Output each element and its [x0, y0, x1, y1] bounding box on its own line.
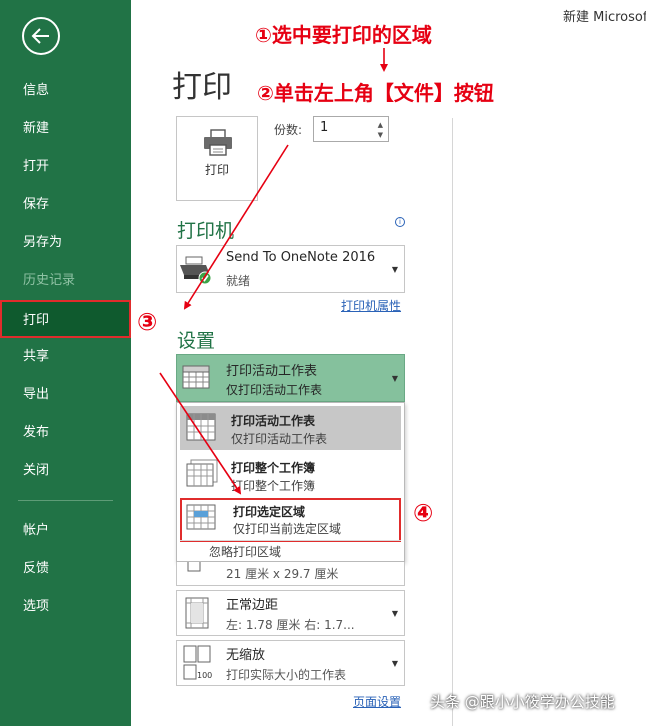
- option-subtitle: 仅打印当前选定区域: [233, 522, 342, 536]
- sidebar-item-publish[interactable]: 发布: [0, 414, 131, 452]
- chevron-down-icon: ▼: [391, 265, 398, 274]
- sidebar-item-export[interactable]: 导出: [0, 376, 131, 414]
- printer-status: 就绪: [226, 274, 251, 288]
- copies-stepper[interactable]: 1 ▲ ▼: [313, 116, 389, 142]
- ignore-print-area-option[interactable]: 忽略打印区域: [209, 543, 281, 560]
- active-sheet-icon: [186, 413, 216, 441]
- scaling-dropdown[interactable]: 100 无缩放 打印实际大小的工作表 ▼: [176, 640, 405, 686]
- printer-properties-link[interactable]: 打印机属性: [341, 297, 401, 314]
- selection-icon: [186, 504, 216, 530]
- annotation-step-3: ③: [137, 308, 158, 336]
- option-title: 打印活动工作表: [231, 414, 316, 428]
- sidebar-divider: [18, 500, 113, 501]
- paper-size-dropdown[interactable]: 21 厘米 x 29.7 厘米: [176, 562, 405, 586]
- chevron-down-icon: ▼: [391, 374, 398, 383]
- sidebar-item-share[interactable]: 共享: [0, 338, 131, 376]
- option-title: 打印选定区域: [233, 505, 306, 519]
- watermark: 头条 @跟小小筱学办公技能: [430, 693, 615, 711]
- margins-icon: [185, 597, 209, 629]
- printer-dropdown[interactable]: Send To OneNote 2016 就绪 ▼: [176, 245, 405, 293]
- workbook-icon: [186, 459, 218, 487]
- page-setup-link[interactable]: 页面设置: [353, 693, 401, 710]
- sidebar-item-save[interactable]: 保存: [0, 186, 131, 224]
- option-subtitle: 打印整个工作簿: [231, 479, 316, 493]
- print-button[interactable]: 打印: [176, 116, 258, 201]
- printer-name: Send To OneNote 2016: [226, 250, 376, 265]
- option-title: 打印整个工作簿: [231, 461, 316, 475]
- annotation-step-2: ②单击左上角【文件】按钮: [257, 81, 494, 105]
- menu-divider: [180, 540, 401, 541]
- sidebar-item-close[interactable]: 关闭: [0, 452, 131, 490]
- paper-icon: [187, 562, 201, 572]
- settings-section-title: 设置: [177, 330, 216, 352]
- svg-text:100: 100: [197, 671, 212, 680]
- backstage-sidebar: 信息 新建 打开 保存 另存为 历史记录 打印 共享 导出 发布 关闭 帐户 反…: [0, 0, 131, 726]
- option-subtitle: 仅打印活动工作表: [231, 432, 328, 446]
- sidebar-item-account[interactable]: 帐户: [0, 512, 131, 550]
- printer-icon: [204, 129, 232, 156]
- print-button-label: 打印: [204, 163, 229, 177]
- sidebar-item-info[interactable]: 信息: [0, 72, 131, 110]
- paper-size-value: 21 厘米 x 29.7 厘米: [226, 567, 339, 581]
- preview-divider: [452, 118, 453, 726]
- printer-section-title: 打印机: [177, 220, 235, 242]
- window-title: 新建 Microsoft: [563, 10, 646, 25]
- margins-subtitle: 左: 1.78 厘米 右: 1.7...: [226, 618, 355, 632]
- chevron-down-icon: ▼: [391, 659, 398, 668]
- spin-down-icon[interactable]: ▼: [378, 131, 383, 139]
- sidebar-item-feedback[interactable]: 反馈: [0, 550, 131, 588]
- sidebar-item-save-as[interactable]: 另存为: [0, 224, 131, 262]
- info-icon[interactable]: i: [395, 217, 405, 227]
- scaling-title: 无缩放: [226, 648, 266, 663]
- sidebar-item-options[interactable]: 选项: [0, 588, 131, 626]
- margins-dropdown[interactable]: 正常边距 左: 1.78 厘米 右: 1.7... ▼: [176, 590, 405, 636]
- chevron-down-icon: ▼: [391, 609, 398, 618]
- annotation-step-1: ①选中要打印的区域: [255, 23, 432, 47]
- spin-up-icon[interactable]: ▲: [378, 121, 383, 129]
- copies-value: 1: [320, 120, 329, 135]
- menu-option-active-sheets[interactable]: 打印活动工作表 仅打印活动工作表: [180, 406, 401, 450]
- page-title: 打印: [172, 70, 232, 105]
- sidebar-item-history: 历史记录: [23, 273, 76, 288]
- sidebar-item-print[interactable]: 打印: [0, 300, 131, 338]
- scaling-subtitle: 打印实际大小的工作表: [226, 668, 347, 682]
- print-scope-menu: 打印活动工作表 仅打印活动工作表 打印整个工作簿 打印整个工作簿 打印选定区域 …: [176, 402, 405, 562]
- sidebar-item-new[interactable]: 新建: [0, 110, 131, 148]
- sidebar-item-open[interactable]: 打开: [0, 148, 131, 186]
- annotation-step-4: ④: [413, 499, 434, 527]
- printer-device-icon: [180, 256, 212, 285]
- print-scope-dropdown[interactable]: 打印活动工作表 仅打印活动工作表 ▼: [176, 354, 405, 402]
- sheet-grid-icon: [182, 365, 210, 389]
- menu-option-entire-workbook[interactable]: 打印整个工作簿 打印整个工作簿: [180, 453, 401, 497]
- menu-option-selection[interactable]: 打印选定区域 仅打印当前选定区域: [180, 498, 401, 542]
- scope-selected-title: 打印活动工作表: [226, 364, 318, 379]
- scope-selected-subtitle: 仅打印活动工作表: [226, 383, 323, 397]
- no-scaling-icon: 100: [183, 645, 212, 680]
- copies-label: 份数:: [274, 123, 303, 137]
- margins-title: 正常边距: [226, 598, 279, 613]
- back-arrow-icon[interactable]: [22, 17, 60, 55]
